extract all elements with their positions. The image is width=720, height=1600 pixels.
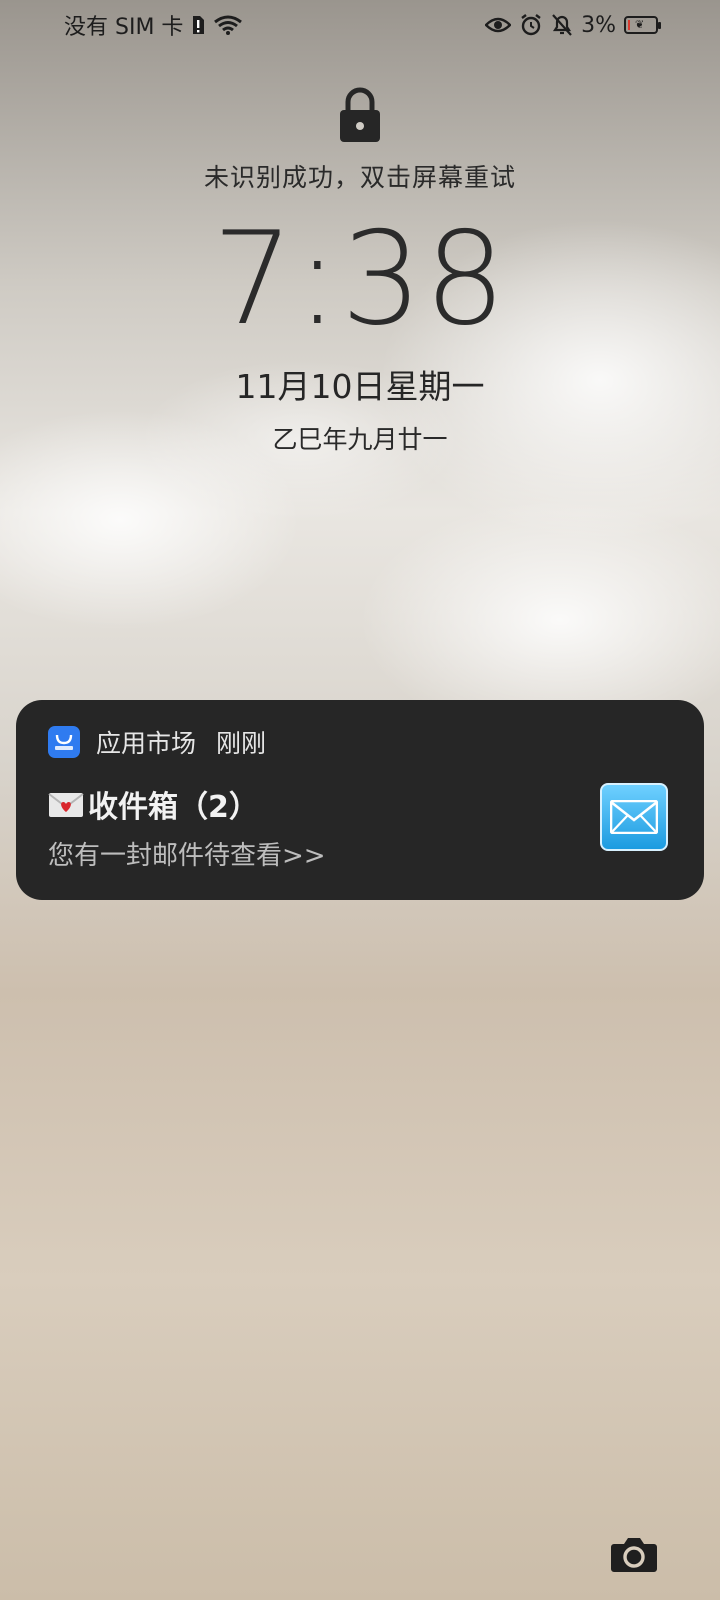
camera-icon <box>610 1538 658 1578</box>
lunar-date: 乙巳年九月廿一 <box>272 425 448 454</box>
status-bar: 没有 SIM 卡 3% ❦ <box>0 0 720 50</box>
mail-thumbnail-icon <box>600 783 668 851</box>
status-left: 没有 SIM 卡 <box>64 9 243 41</box>
battery-percent: 3% <box>581 12 616 38</box>
battery-icon: ❦ <box>624 16 661 34</box>
notification-time: 刚刚 <box>216 729 267 758</box>
lock-area: 未识别成功，双击屏幕重试 <box>0 86 720 194</box>
battery-fill <box>628 20 630 30</box>
alarm-icon <box>519 13 543 37</box>
clock-date: 11月10日星期一 <box>235 367 485 406</box>
carrier-text: 没有 SIM 卡 <box>64 15 184 40</box>
app-market-icon <box>48 726 80 758</box>
mute-icon <box>551 13 573 37</box>
lock-icon <box>338 86 382 148</box>
notification-title-row: 收件箱（2） <box>48 782 259 826</box>
notification-title: 收件箱（2） <box>88 790 259 825</box>
notification-app-name: 应用市场 <box>96 729 197 758</box>
notification-card[interactable]: 应用市场 刚刚 收件箱（2） 您有一封邮件待查看>> <box>16 700 704 900</box>
wifi-icon <box>213 14 243 36</box>
unlock-hint: 未识别成功，双击屏幕重试 <box>203 163 516 192</box>
status-right: 3% ❦ <box>485 12 661 38</box>
notification-header: 应用市场 刚刚 <box>48 724 266 760</box>
notification-body: 您有一封邮件待查看>> <box>48 841 326 871</box>
camera-shortcut-button[interactable] <box>610 1534 658 1574</box>
eye-icon <box>485 16 512 34</box>
envelope-emoji-icon <box>48 791 84 817</box>
clock-time: 7:38 <box>212 205 508 354</box>
sim-alert-icon <box>191 15 205 35</box>
battery-saver-leaf-icon: ❦ <box>635 18 645 31</box>
